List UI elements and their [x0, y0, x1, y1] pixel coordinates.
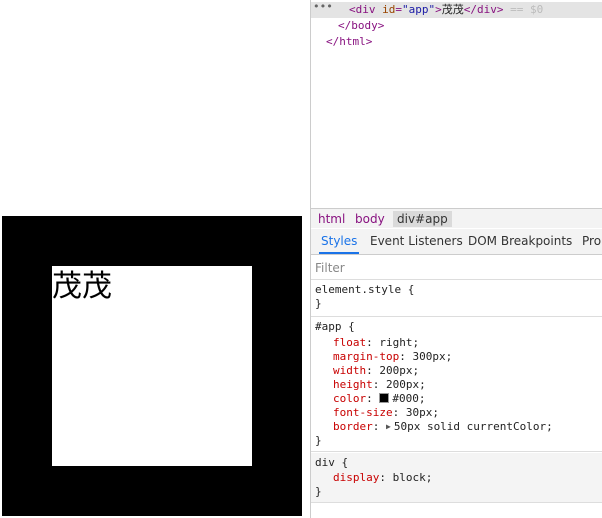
expand-triangle-icon[interactable]: ▶ — [386, 420, 391, 434]
html-close-tag: </html> — [326, 35, 373, 48]
prop-value: 200px; — [379, 364, 420, 377]
rule-selector: element.style { — [315, 283, 415, 296]
tag-close-open: > — [435, 3, 442, 16]
tab-dom-breakpoints[interactable]: DOM Breakpoints — [466, 229, 574, 254]
dom-node-body-close[interactable]: </body> — [311, 18, 602, 34]
more-icon[interactable]: ••• — [313, 0, 333, 15]
rule-selector: div { — [315, 456, 349, 469]
rule-close: } — [315, 434, 322, 447]
breadcrumb: html body div#app — [311, 208, 602, 228]
decl-color[interactable]: color: #000; — [315, 392, 426, 406]
prop-value: 50px solid currentColor; — [393, 420, 553, 433]
decl-float[interactable]: float: right; — [315, 336, 419, 350]
prop-value: right; — [379, 336, 420, 349]
dom-node-div-app[interactable]: ••• <div id="app">茂茂</div> == $0 — [311, 0, 602, 18]
breadcrumb-html[interactable]: html — [314, 211, 349, 227]
prop-value: 300px; — [412, 350, 453, 363]
rule-app[interactable]: #app { float: right; margin-top: 300px; … — [311, 318, 602, 452]
attr-eq: = — [395, 3, 402, 16]
body-close-tag: </body> — [338, 19, 385, 32]
breadcrumb-div-app[interactable]: div#app — [393, 211, 452, 227]
tab-styles[interactable]: Styles — [319, 229, 360, 254]
app-text: 茂茂 — [52, 269, 112, 304]
rule-selector: #app { — [315, 320, 355, 333]
prop-value: 200px; — [386, 378, 426, 391]
breadcrumb-body[interactable]: body — [351, 211, 389, 227]
tag-open: <div — [349, 3, 376, 16]
tag-close: </div> — [463, 3, 504, 16]
prop-name: border — [333, 420, 373, 433]
decl-border[interactable]: border: ▶ 50px solid currentColor; — [315, 420, 553, 434]
rule-close: } — [315, 485, 322, 498]
page-viewport: 茂茂 — [0, 0, 310, 518]
prop-name: margin-top — [333, 350, 400, 363]
decl-width[interactable]: width: 200px; — [315, 364, 419, 378]
dom-tree: ••• <div id="app">茂茂</div> == $0 </body>… — [311, 0, 602, 208]
color-swatch[interactable] — [379, 393, 390, 403]
prop-value: #000; — [392, 392, 426, 405]
prop-name: display — [333, 471, 380, 484]
rule-close: } — [315, 297, 322, 310]
decl-display[interactable]: display: block; — [315, 471, 432, 485]
sidebar-tabs: Styles Event Listeners DOM Breakpoints P… — [311, 229, 602, 255]
dom-node-html-close[interactable]: </html> — [311, 34, 602, 50]
decl-margin-top[interactable]: margin-top: 300px; — [315, 350, 452, 364]
selected-hint: == $0 — [510, 3, 544, 16]
prop-value: block; — [392, 471, 433, 484]
prop-name: width — [333, 364, 367, 377]
attr-value: "app" — [402, 3, 436, 16]
tab-event-listeners[interactable]: Event Listeners — [368, 229, 465, 254]
decl-height[interactable]: height: 200px; — [315, 378, 426, 392]
decl-font-size[interactable]: font-size: 30px; — [315, 406, 439, 420]
node-text: 茂茂 — [441, 3, 464, 16]
prop-name: height — [333, 378, 373, 391]
prop-value: 30px; — [405, 406, 439, 419]
app-div[interactable]: 茂茂 — [2, 216, 302, 516]
devtools-panel: ••• <div id="app">茂茂</div> == $0 </body>… — [311, 0, 602, 518]
rule-element-style[interactable]: element.style { } — [311, 281, 602, 317]
prop-name: float — [333, 336, 367, 349]
rule-div-user-agent[interactable]: div { display: block; } — [311, 453, 602, 503]
attr-name: id — [382, 3, 396, 16]
filter-input[interactable]: Filter — [311, 256, 602, 280]
tab-properties[interactable]: Prop — [580, 229, 602, 254]
filter-placeholder: Filter — [315, 261, 345, 275]
prop-name: color — [333, 392, 367, 405]
prop-name: font-size — [333, 406, 393, 419]
